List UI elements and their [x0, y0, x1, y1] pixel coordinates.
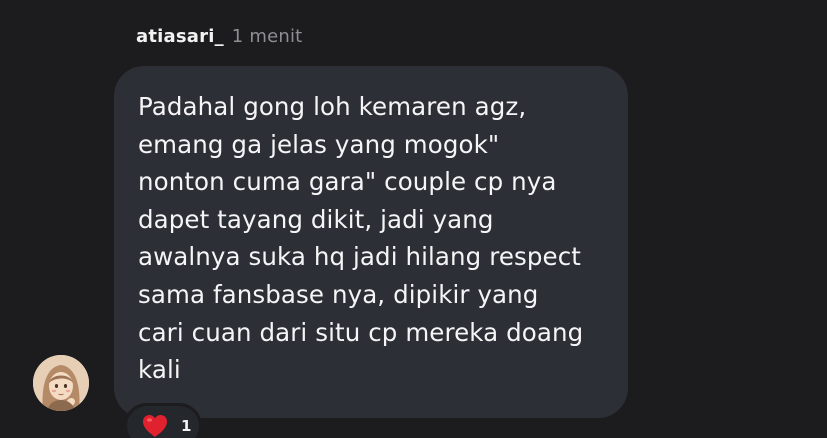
- reaction-pill[interactable]: 1: [124, 403, 202, 438]
- message-line: awalnya suka hq jadi hilang respect: [138, 242, 581, 272]
- message-line: Padahal gong loh kemaren agz,: [138, 92, 527, 121]
- comment-header: atiasari_ 1 menit: [136, 26, 302, 47]
- message-line: nonton cuma gara" couple cp nya: [138, 167, 557, 197]
- avatar-illustration: [33, 355, 89, 411]
- comment-username[interactable]: atiasari_: [136, 26, 224, 47]
- message-line: kali: [138, 355, 181, 385]
- comment-thread: atiasari_ 1 menit Padahal gong loh kemar…: [0, 0, 827, 438]
- message-line: dapet tayang dikit, jadi yang: [138, 204, 494, 234]
- comment-timestamp: 1 menit: [231, 26, 303, 47]
- heart-icon: [143, 415, 167, 437]
- message-line: sama fansbase nya, dipikir yang: [138, 279, 539, 309]
- reaction-count: 1: [181, 417, 192, 435]
- message-line: cari cuan dari situ cp mereka doang: [138, 317, 584, 347]
- message-line: emang ga jelas yang mogok": [138, 129, 500, 159]
- avatar[interactable]: [33, 355, 89, 411]
- message-bubble[interactable]: Padahal gong loh kemaren agz, emang ga j…: [114, 66, 628, 418]
